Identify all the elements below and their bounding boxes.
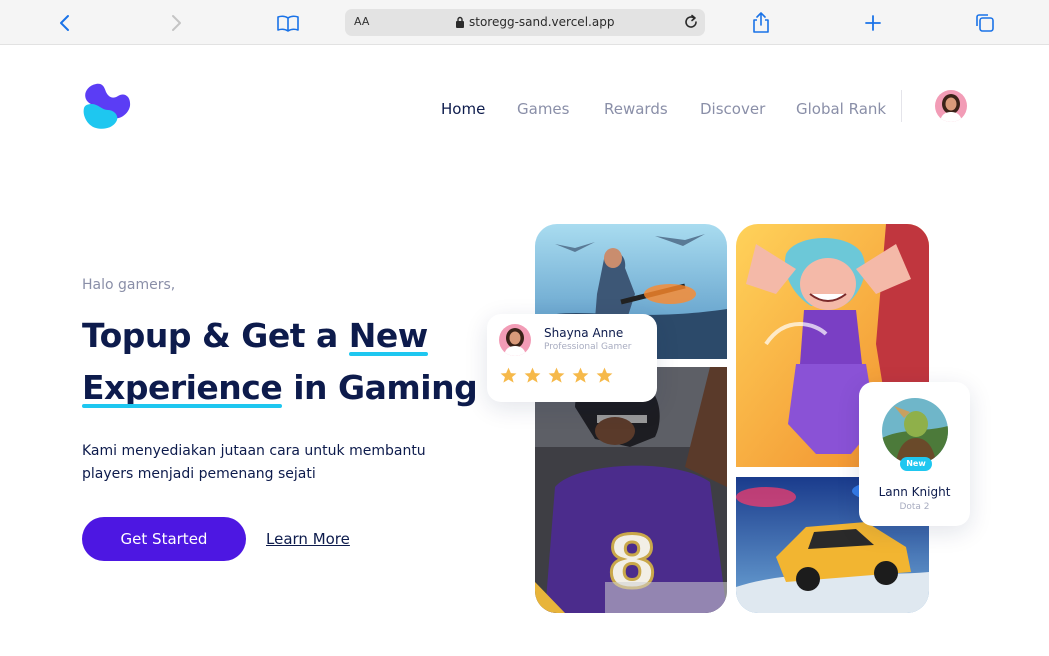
- forward-icon[interactable]: [166, 9, 186, 36]
- hero-headline: Topup & Get a New Experience in Gaming: [82, 310, 502, 414]
- nav-divider: [901, 90, 902, 122]
- new-badge: New: [900, 457, 932, 471]
- player-game: Dota 2: [899, 502, 930, 512]
- get-started-button[interactable]: Get Started: [82, 517, 246, 561]
- nav-discover[interactable]: Discover: [700, 100, 765, 120]
- new-tab-icon[interactable]: [863, 9, 883, 36]
- player-name: Lann Knight: [878, 485, 951, 499]
- reload-icon[interactable]: [683, 14, 699, 30]
- greeting-text: Halo gamers,: [82, 277, 176, 293]
- gamer-role: Professional Gamer: [544, 342, 632, 352]
- game-image-football[interactable]: 8: [535, 367, 727, 613]
- hero-description: Kami menyediakan jutaan cara untuk memba…: [82, 440, 482, 486]
- address-bar[interactable]: AA storegg-sand.vercel.app: [345, 9, 705, 36]
- learn-more-link[interactable]: Learn More: [266, 530, 350, 548]
- nav-home[interactable]: Home: [441, 100, 485, 120]
- nav-global-rank[interactable]: Global Rank: [796, 100, 886, 120]
- star-icon: [596, 367, 613, 383]
- reader-book-icon[interactable]: [276, 9, 300, 36]
- description-line-2: players menjadi pemenang sejati: [82, 466, 316, 482]
- gamer-name: Shayna Anne: [544, 326, 624, 340]
- headline-highlight-experience: Experience: [82, 362, 283, 414]
- tabs-overview-icon[interactable]: [975, 9, 995, 36]
- headline-text-2: in Gaming: [293, 368, 478, 407]
- back-icon[interactable]: [55, 9, 75, 36]
- nav-games[interactable]: Games: [517, 100, 569, 120]
- star-icon: [548, 367, 565, 383]
- storegg-logo[interactable]: [82, 82, 132, 132]
- star-rating: [499, 366, 614, 385]
- user-avatar[interactable]: [935, 90, 967, 122]
- browser-toolbar: AA storegg-sand.vercel.app: [0, 0, 1049, 45]
- gamer-avatar: [499, 324, 531, 356]
- url-text: storegg-sand.vercel.app: [469, 15, 615, 29]
- star-icon: [500, 367, 517, 383]
- headline-text-1: Topup & Get a: [82, 316, 338, 355]
- gamer-rating-card: Shayna Anne Professional Gamer: [487, 314, 657, 402]
- url-display[interactable]: storegg-sand.vercel.app: [455, 15, 614, 29]
- player-avatar: [882, 398, 948, 464]
- lock-icon: [456, 16, 464, 28]
- share-icon[interactable]: [751, 9, 771, 36]
- game-collage-left: 8: [535, 224, 727, 613]
- headline-highlight-new: New: [348, 310, 428, 362]
- text-size-button[interactable]: AA: [354, 15, 369, 28]
- star-icon: [572, 367, 589, 383]
- description-line-1: Kami menyediakan jutaan cara untuk memba…: [82, 443, 426, 459]
- player-card[interactable]: New Lann Knight Dota 2: [859, 382, 970, 526]
- nav-rewards[interactable]: Rewards: [604, 100, 668, 120]
- star-icon: [524, 367, 541, 383]
